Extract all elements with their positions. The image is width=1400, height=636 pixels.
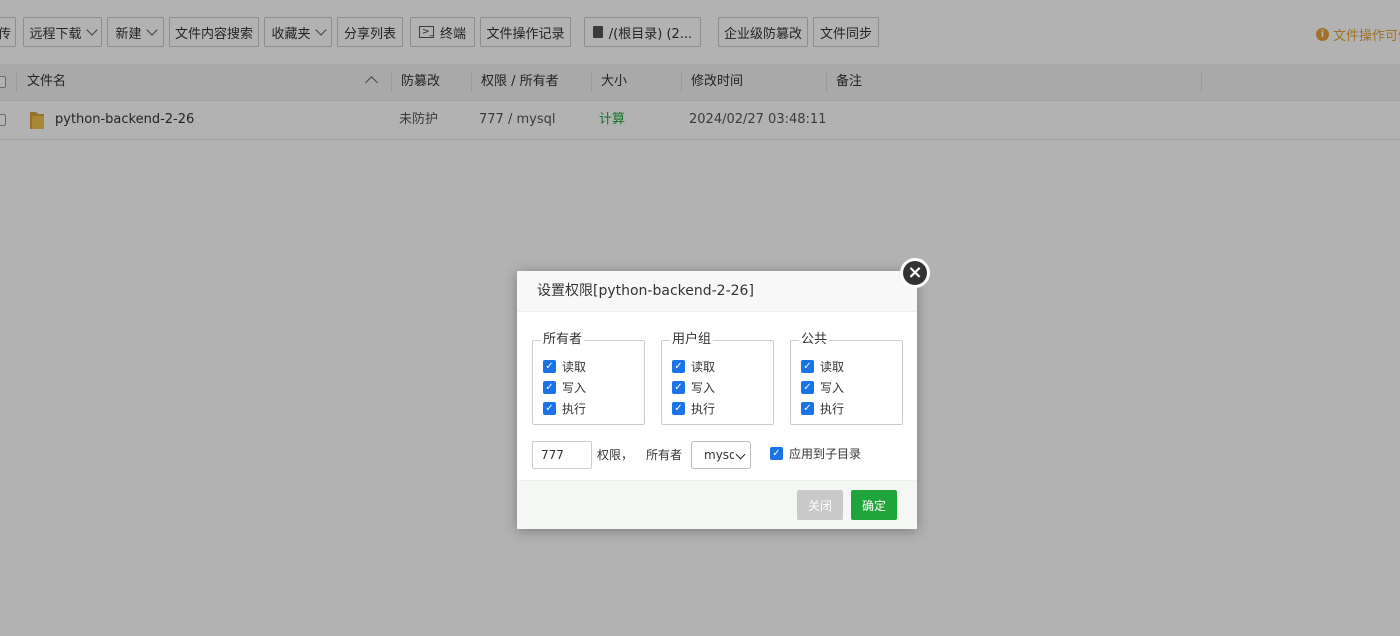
owner-permission-group: 所有者 ✓ 读取 ✓ 写入 ✓ 执行 [532, 332, 645, 425]
owner-execute-checkbox[interactable]: ✓ 执行 [543, 400, 586, 416]
group-permission-group: 用户组 ✓ 读取 ✓ 写入 ✓ 执行 [661, 332, 774, 425]
apply-to-subdirs-label: 应用到子目录 [789, 447, 862, 461]
dialog-title: 设置权限[python-backend-2-26] [517, 271, 917, 312]
public-permission-group: 公共 ✓ 读取 ✓ 写入 ✓ 执行 [790, 332, 903, 425]
owner-label: 所有者 [646, 448, 683, 462]
option-label: 写入 [691, 380, 716, 395]
checkmark-icon: ✓ [672, 359, 685, 373]
group-read-checkbox[interactable]: ✓ 读取 [672, 358, 715, 374]
close-icon: × [903, 261, 927, 285]
permission-value-input[interactable] [532, 441, 592, 469]
group-write-checkbox[interactable]: ✓ 写入 [672, 379, 715, 395]
checkmark-icon: ✓ [543, 359, 556, 373]
option-label: 写入 [562, 380, 587, 395]
permission-dialog: 设置权限[python-backend-2-26] 所有者 ✓ 读取 ✓ 写入 ✓ 执… [517, 271, 917, 529]
group-execute-checkbox[interactable]: ✓ 执行 [672, 400, 715, 416]
permission-label: 权限， [597, 448, 634, 462]
option-label: 执行 [562, 401, 587, 416]
group-legend: 所有者 [541, 332, 585, 348]
checkmark-icon: ✓ [543, 380, 556, 394]
checkmark-icon: ✓ [770, 447, 783, 460]
checkmark-icon: ✓ [801, 359, 814, 373]
option-label: 读取 [691, 359, 716, 374]
apply-to-subdirs-checkbox[interactable]: ✓ 应用到子目录 [770, 445, 861, 462]
owner-read-checkbox[interactable]: ✓ 读取 [543, 358, 586, 374]
option-label: 写入 [820, 380, 845, 395]
close-button[interactable]: 关闭 [797, 490, 843, 520]
public-execute-checkbox[interactable]: ✓ 执行 [801, 400, 844, 416]
dialog-close-button[interactable]: × [900, 258, 930, 288]
chevron-down-icon [735, 449, 746, 460]
checkmark-icon: ✓ [801, 380, 814, 394]
checkmark-icon: ✓ [672, 401, 685, 415]
checkmark-icon: ✓ [801, 401, 814, 415]
option-label: 读取 [820, 359, 845, 374]
option-label: 执行 [691, 401, 716, 416]
group-legend: 用户组 [670, 332, 714, 348]
dialog-footer: 关闭 确定 [517, 480, 917, 529]
public-read-checkbox[interactable]: ✓ 读取 [801, 358, 844, 374]
group-legend: 公共 [799, 332, 830, 348]
checkmark-icon: ✓ [543, 401, 556, 415]
owner-write-checkbox[interactable]: ✓ 写入 [543, 379, 586, 395]
option-label: 执行 [820, 401, 845, 416]
public-write-checkbox[interactable]: ✓ 写入 [801, 379, 844, 395]
owner-select-value: mysql [704, 448, 734, 462]
owner-select[interactable]: mysql [691, 441, 751, 469]
option-label: 读取 [562, 359, 587, 374]
confirm-button[interactable]: 确定 [851, 490, 897, 520]
checkmark-icon: ✓ [672, 380, 685, 394]
